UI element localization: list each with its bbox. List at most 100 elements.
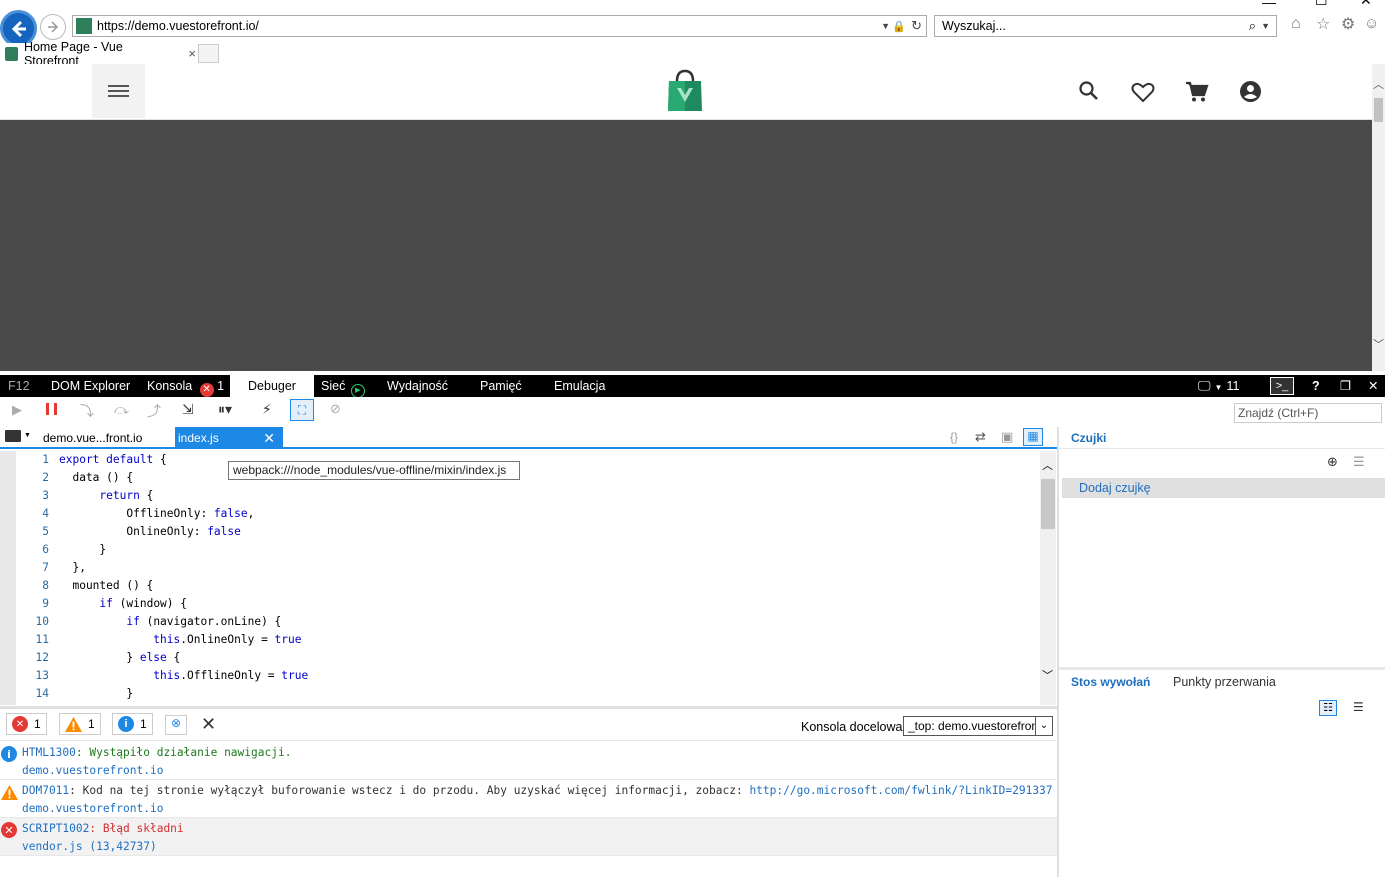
scroll-up-icon[interactable]: ︿: [1373, 76, 1384, 92]
line-number[interactable]: 7: [16, 559, 49, 577]
pretty-print-icon[interactable]: {}: [950, 430, 958, 444]
tab-call-stack[interactable]: Stos wywołań: [1071, 675, 1150, 689]
warnings-filter-button[interactable]: 1: [59, 713, 101, 735]
message-code-link[interactable]: SCRIPT1002: [22, 822, 89, 835]
file-tab-index-js[interactable]: index.js ✕: [175, 427, 283, 449]
favorites-star-icon[interactable]: ☆: [1316, 14, 1330, 34]
copy-all-icon[interactable]: ☰: [1353, 700, 1364, 714]
account-icon[interactable]: [1239, 80, 1262, 103]
tab-debugger[interactable]: Debuger: [230, 375, 314, 397]
menu-button[interactable]: [92, 64, 145, 118]
line-number[interactable]: 9: [16, 595, 49, 613]
line-number[interactable]: 5: [16, 523, 49, 541]
new-tab-button[interactable]: [198, 44, 219, 63]
close-tab-icon[interactable]: ✕: [263, 427, 275, 449]
panel-divider[interactable]: [1059, 667, 1385, 670]
code-editor[interactable]: 1 export default {2 data () {3 return {4 …: [0, 451, 1040, 705]
lock-icon[interactable]: 🔒: [892, 20, 906, 33]
console-toggle-icon[interactable]: >_: [1270, 377, 1294, 395]
line-number[interactable]: 14: [16, 685, 49, 703]
console-message-warning[interactable]: DOM7011: Kod na tej stronie wyłączył buf…: [0, 780, 1057, 818]
url-dropdown-icon[interactable]: ▼: [881, 21, 890, 31]
break-on-new-worker-icon[interactable]: ⇲: [182, 401, 194, 418]
vue-storefront-logo[interactable]: [666, 69, 704, 112]
folder-dropdown-icon[interactable]: ▼: [24, 432, 31, 439]
tab-memory[interactable]: Pamięć: [480, 375, 522, 397]
line-number[interactable]: 13: [16, 667, 49, 685]
exception-behavior-icon[interactable]: ⏸▾: [218, 401, 232, 418]
line-number[interactable]: 3: [16, 487, 49, 505]
address-bar[interactable]: https:// demo.vuestorefront.io/ ▼ 🔒 ↻: [72, 15, 927, 37]
search-input[interactable]: Wyszukaj... ⌕ ▼: [934, 15, 1277, 37]
search-icon[interactable]: ⌕: [1249, 18, 1256, 34]
scrollbar-thumb[interactable]: [1374, 98, 1383, 122]
console-message-error[interactable]: ✕ SCRIPT1002: Błąd składni vendor.js (13,4…: [0, 818, 1057, 856]
folder-icon[interactable]: [5, 430, 21, 442]
word-wrap-icon[interactable]: ⇄: [975, 429, 986, 445]
show-library-frames-icon[interactable]: ☷: [1319, 700, 1337, 716]
browser-tab[interactable]: Home Page - Vue Storefront ×: [0, 40, 196, 68]
clear-on-navigate-icon[interactable]: ⊗: [165, 715, 187, 735]
search-in-code-icon[interactable]: ⊘: [330, 401, 341, 417]
code-scrollbar[interactable]: ︿ ﹀: [1040, 451, 1056, 705]
line-number[interactable]: 8: [16, 577, 49, 595]
message-source-link[interactable]: vendor.js (13,42737): [22, 840, 157, 853]
line-number[interactable]: 4: [16, 505, 49, 523]
search-dropdown-icon[interactable]: ▼: [1261, 21, 1270, 31]
close-devtools-icon[interactable]: ✕: [1368, 375, 1378, 397]
tab-emulation[interactable]: Emulacja: [554, 375, 605, 397]
message-code-link[interactable]: HTML1300: [22, 746, 76, 759]
step-over-icon[interactable]: ⤼: [114, 401, 129, 418]
line-number[interactable]: 11: [16, 631, 49, 649]
message-source-link[interactable]: demo.vuestorefront.io: [22, 764, 163, 777]
watches-title[interactable]: Czujki: [1071, 431, 1106, 445]
wishlist-heart-icon[interactable]: [1131, 81, 1155, 103]
close-window-icon[interactable]: ✕: [1360, 0, 1372, 9]
refresh-icon[interactable]: ↻: [911, 18, 922, 34]
settings-gear-icon[interactable]: ⚙: [1341, 14, 1355, 34]
scroll-up-icon[interactable]: ︿: [1042, 457, 1053, 473]
tab-console[interactable]: Konsola ✕ 1: [147, 375, 224, 397]
minimize-icon[interactable]: —: [1262, 0, 1276, 10]
info-filter-button[interactable]: i 1: [112, 713, 153, 735]
step-into-icon[interactable]: ⤵: [80, 401, 94, 421]
cart-icon[interactable]: [1185, 81, 1209, 103]
tab-network[interactable]: Sieć ▶: [321, 375, 365, 398]
file-tab-page[interactable]: demo.vue...front.io: [36, 427, 174, 449]
debug-panes-icon[interactable]: ▦: [1023, 428, 1043, 446]
line-number[interactable]: 6: [16, 541, 49, 559]
home-icon[interactable]: ⌂: [1291, 15, 1301, 33]
help-icon[interactable]: ?: [1312, 375, 1320, 397]
message-help-link[interactable]: http://go.microsoft.com/fwlink/?LinkID=2…: [749, 784, 1052, 797]
source-maps-icon[interactable]: ▣: [1001, 429, 1013, 445]
errors-filter-button[interactable]: ✕ 1: [6, 713, 47, 735]
tab-breakpoints[interactable]: Punkty przerwania: [1173, 675, 1276, 689]
document-mode-selector[interactable]: 🖵 ▼ 11: [1198, 375, 1239, 397]
break-pause-icon[interactable]: [46, 403, 57, 415]
line-number[interactable]: 2: [16, 469, 49, 487]
page-scrollbar[interactable]: ︿ ﹀: [1372, 64, 1385, 371]
target-console-select[interactable]: _top: demo.vuestorefront.io ⌄: [903, 716, 1053, 736]
code-scrollbar-thumb[interactable]: [1041, 479, 1055, 529]
find-input[interactable]: Znajdź (Ctrl+F): [1234, 403, 1382, 423]
tab-close-icon[interactable]: ×: [188, 46, 196, 61]
console-message-info[interactable]: i HTML1300: Wystąpiło działanie nawigacji…: [0, 742, 1057, 780]
scroll-down-icon[interactable]: ﹀: [1042, 667, 1053, 683]
line-number[interactable]: 10: [16, 613, 49, 631]
undock-icon[interactable]: ❐: [1340, 375, 1351, 397]
line-number[interactable]: 1: [16, 451, 49, 469]
just-my-code-icon[interactable]: ⛶: [290, 399, 314, 421]
tab-dom-explorer[interactable]: DOM Explorer: [51, 375, 130, 397]
maximize-icon[interactable]: ☐: [1315, 0, 1328, 9]
tab-performance[interactable]: Wydajność: [387, 375, 448, 397]
delete-all-watches-icon[interactable]: ☰: [1353, 454, 1365, 470]
add-watch-icon[interactable]: ⊕: [1327, 454, 1338, 470]
clear-console-icon[interactable]: ✕: [201, 714, 216, 735]
disable-breakpoints-icon[interactable]: ⚡: [262, 401, 272, 418]
add-watch-item[interactable]: Dodaj czujkę: [1062, 478, 1385, 498]
feedback-smiley-icon[interactable]: ☺: [1364, 15, 1379, 32]
message-source-link[interactable]: demo.vuestorefront.io: [22, 802, 163, 815]
search-icon[interactable]: [1078, 80, 1100, 102]
continue-icon[interactable]: ▶: [12, 402, 22, 418]
scroll-down-icon[interactable]: ﹀: [1373, 336, 1384, 352]
